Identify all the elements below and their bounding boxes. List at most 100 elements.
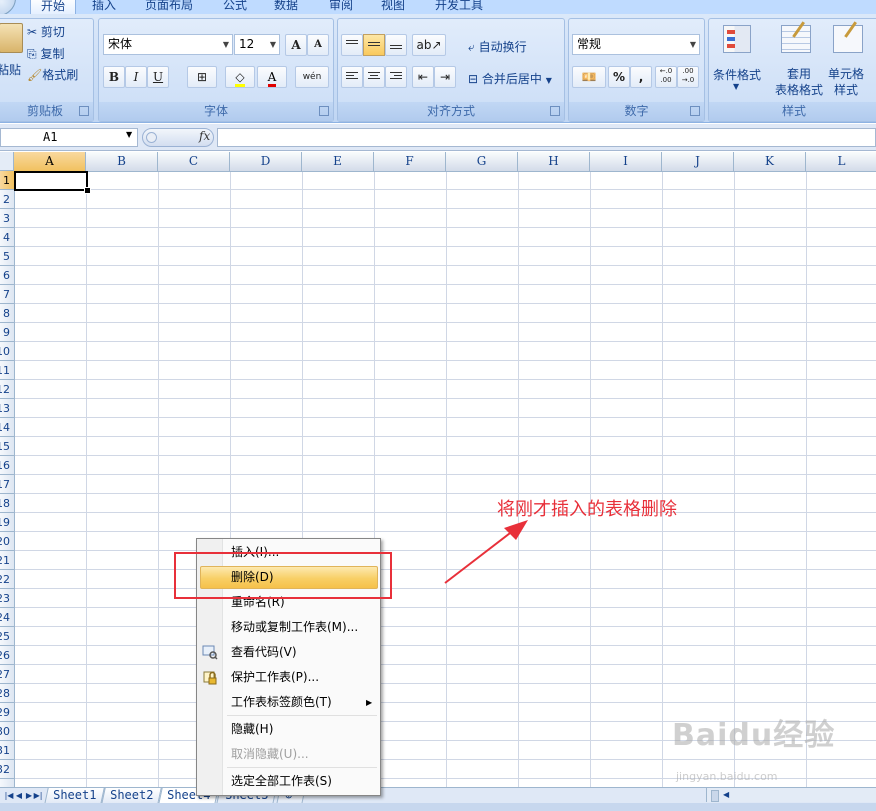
format-painter-button[interactable]: 🖌格式刷: [27, 66, 78, 83]
paste-icon[interactable]: [0, 23, 23, 53]
scroll-left-icon[interactable]: ◀: [723, 790, 729, 799]
decrease-indent-button[interactable]: ⇤: [412, 66, 434, 88]
menu-item-protect-sheet[interactable]: 保护工作表(P)...: [200, 666, 378, 689]
align-bottom-button[interactable]: [385, 34, 407, 56]
shrink-font-button[interactable]: A: [307, 34, 329, 56]
last-sheet-icon[interactable]: ▶|: [33, 789, 43, 802]
currency-button[interactable]: 💴: [572, 66, 606, 88]
bold-button[interactable]: B: [103, 66, 125, 88]
cell-styles-icon[interactable]: [833, 21, 867, 53]
tab-formulas[interactable]: 公式: [213, 0, 257, 14]
tab-view[interactable]: 视图: [371, 0, 415, 14]
row-header[interactable]: 13: [0, 399, 14, 418]
tab-data[interactable]: 数据: [264, 0, 308, 14]
menu-item-view-code[interactable]: 查看代码(V): [200, 641, 378, 664]
row-header[interactable]: 14: [0, 418, 14, 437]
column-header[interactable]: H: [518, 152, 590, 171]
align-top-button[interactable]: [341, 34, 363, 56]
row-header[interactable]: 19: [0, 513, 14, 532]
row-header[interactable]: 10: [0, 342, 14, 361]
tab-insert[interactable]: 插入: [82, 0, 126, 14]
row-header[interactable]: 2: [0, 190, 14, 209]
active-cell[interactable]: [14, 171, 88, 191]
row-header[interactable]: 5: [0, 247, 14, 266]
chevron-down-icon[interactable]: ▼: [126, 130, 132, 139]
table-format-button[interactable]: 套用 表格格式: [775, 66, 823, 98]
row-header[interactable]: 4: [0, 228, 14, 247]
first-sheet-icon[interactable]: |◀: [4, 789, 14, 802]
percent-button[interactable]: %: [608, 66, 630, 88]
underline-button[interactable]: U: [147, 66, 169, 88]
copy-button[interactable]: ⎘ 复制: [27, 45, 64, 62]
conditional-format-button[interactable]: 条件格式: [713, 66, 761, 83]
align-left-button[interactable]: [341, 66, 363, 88]
table-format-icon[interactable]: [781, 21, 815, 53]
row-header[interactable]: 11: [0, 361, 14, 380]
row-header[interactable]: 28: [0, 684, 14, 703]
row-header[interactable]: 1: [0, 171, 14, 190]
row-header[interactable]: 24: [0, 608, 14, 627]
row-header[interactable]: 9: [0, 323, 14, 342]
column-header[interactable]: F: [374, 152, 446, 171]
phonetic-button[interactable]: wén: [295, 66, 329, 88]
tab-home[interactable]: 开始: [30, 0, 77, 15]
sheet-tab-sheet1[interactable]: Sheet1: [44, 788, 106, 804]
increase-decimal-button[interactable]: ←.0 .00: [655, 66, 677, 88]
row-header[interactable]: 12: [0, 380, 14, 399]
fill-handle[interactable]: [84, 187, 91, 194]
worksheet-grid[interactable]: [0, 152, 876, 790]
row-header[interactable]: 17: [0, 475, 14, 494]
row-header[interactable]: 21: [0, 551, 14, 570]
number-format-select[interactable]: 常规 ▼: [572, 34, 700, 55]
column-header[interactable]: I: [590, 152, 662, 171]
row-header[interactable]: 32: [0, 760, 14, 779]
horizontal-scrollbar[interactable]: ◀: [706, 788, 876, 802]
row-header[interactable]: 27: [0, 665, 14, 684]
paste-button[interactable]: 粘贴: [0, 61, 21, 78]
decrease-decimal-button[interactable]: .00 →.0: [677, 66, 699, 88]
align-center-button[interactable]: [363, 66, 385, 88]
alignment-launcher-icon[interactable]: [550, 106, 560, 116]
fill-color-button[interactable]: ◇: [225, 66, 255, 88]
font-size-select[interactable]: 12 ▼: [234, 34, 280, 55]
column-header[interactable]: G: [446, 152, 518, 171]
menu-item-move-copy[interactable]: 移动或复制工作表(M)...: [200, 616, 378, 639]
column-header[interactable]: J: [662, 152, 734, 171]
sheet-tab-sheet2[interactable]: Sheet2: [101, 788, 163, 804]
tab-review[interactable]: 审阅: [319, 0, 363, 14]
grow-font-button[interactable]: A: [285, 34, 307, 56]
tab-page-layout[interactable]: 页面布局: [135, 0, 203, 14]
wrap-text-button[interactable]: ⤶ 自动换行: [468, 38, 527, 55]
menu-item-tab-color[interactable]: 工作表标签颜色(T): [200, 691, 378, 714]
align-right-button[interactable]: [385, 66, 407, 88]
row-header[interactable]: 15: [0, 437, 14, 456]
cut-button[interactable]: ✂ 剪切: [27, 23, 65, 40]
row-header[interactable]: 22: [0, 570, 14, 589]
menu-item-hide[interactable]: 隐藏(H): [200, 718, 378, 741]
select-all-button[interactable]: [0, 152, 14, 171]
row-header[interactable]: 16: [0, 456, 14, 475]
row-header[interactable]: 29: [0, 703, 14, 722]
borders-button[interactable]: ⊞: [187, 66, 217, 88]
insert-function-button[interactable]: fx: [199, 129, 210, 143]
font-name-select[interactable]: 宋体 ▼: [103, 34, 233, 55]
column-header[interactable]: K: [734, 152, 806, 171]
merge-center-button[interactable]: ⊟ 合并后居中 ▼: [468, 70, 552, 87]
align-middle-button[interactable]: [363, 34, 385, 56]
row-header[interactable]: 18: [0, 494, 14, 513]
tab-developer[interactable]: 开发工具: [425, 0, 493, 14]
number-launcher-icon[interactable]: [690, 106, 700, 116]
comma-button[interactable]: ,: [630, 66, 652, 88]
row-header[interactable]: 23: [0, 589, 14, 608]
resize-handle-icon[interactable]: [146, 132, 157, 143]
column-header[interactable]: B: [86, 152, 158, 171]
row-header[interactable]: 6: [0, 266, 14, 285]
name-box[interactable]: A1: [0, 128, 138, 147]
formula-input[interactable]: [217, 128, 876, 147]
menu-item-select-all-sheets[interactable]: 选定全部工作表(S): [200, 770, 378, 793]
row-header[interactable]: 7: [0, 285, 14, 304]
prev-sheet-icon[interactable]: ◀: [14, 789, 24, 802]
column-header[interactable]: D: [230, 152, 302, 171]
orientation-button[interactable]: ab↗: [412, 34, 446, 56]
increase-indent-button[interactable]: ⇥: [434, 66, 456, 88]
